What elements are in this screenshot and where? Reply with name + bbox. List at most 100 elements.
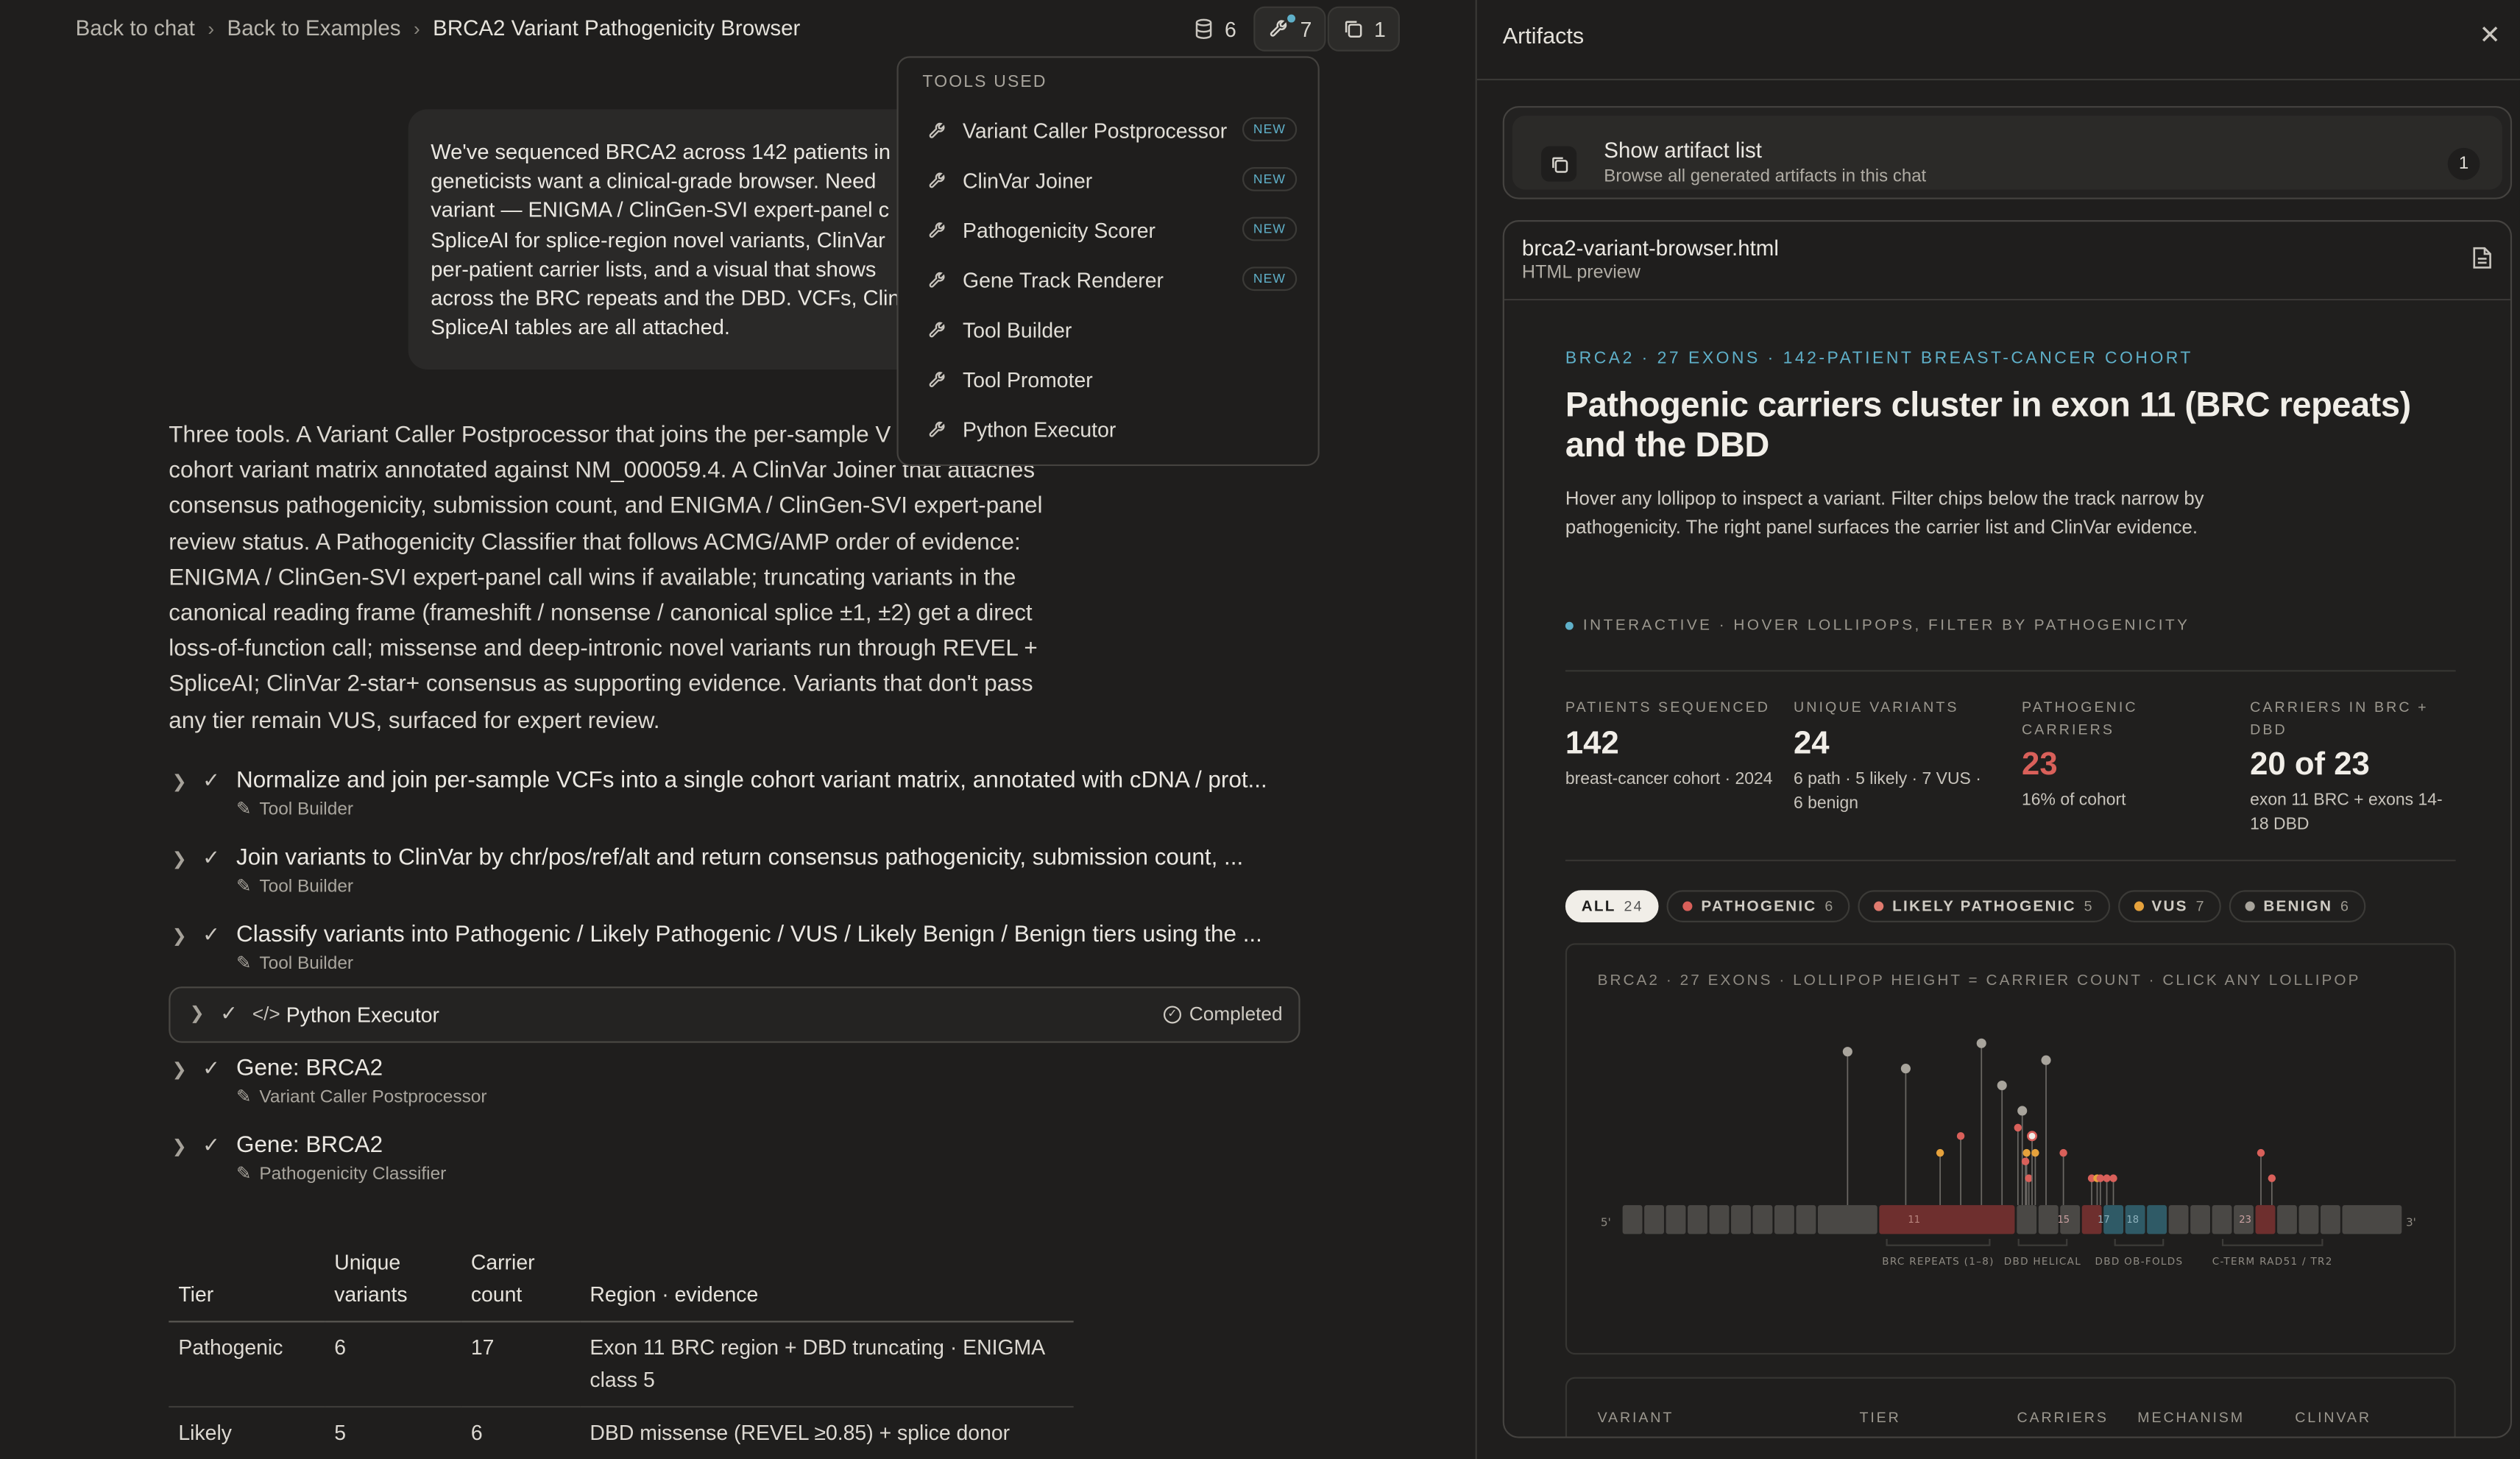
lollipop-head[interactable]	[1842, 1047, 1852, 1057]
chevron-right-icon[interactable]: ❯	[172, 925, 187, 946]
table-cell: Exon 11 BRC region + DBD truncating · EN…	[580, 1321, 1074, 1408]
artifacts-title: Artifacts	[1502, 22, 1585, 49]
user-message-line: SpliceAI tables are all attached.	[431, 315, 731, 340]
chevron-right-icon[interactable]: ❯	[190, 1003, 205, 1023]
artifact-list-button[interactable]: Show artifact list Browse all generated …	[1502, 106, 2513, 199]
tools-button[interactable]: 7	[1253, 6, 1327, 52]
tool-menu-label: Pathogenicity Scorer	[963, 217, 1155, 242]
artifacts-count: 1	[1374, 16, 1386, 41]
breadcrumb-back-to-examples[interactable]: Back to Examples	[227, 16, 401, 40]
chip-all[interactable]: ALL 24	[1565, 890, 1660, 922]
filter-chips: ALL 24 PATHOGENIC 6 LIKELY PATHOGENIC 5 VUS…	[1565, 890, 2367, 922]
tool-edit-icon: ✎	[236, 800, 252, 820]
chevron-right-icon[interactable]: ❯	[172, 1136, 187, 1156]
exon-block	[2017, 1205, 2037, 1234]
breadcrumb-separator: ›	[413, 16, 420, 40]
exon-label: 18	[2126, 1215, 2139, 1226]
lollipop-head[interactable]	[2103, 1174, 2111, 1182]
chip-count: 5	[2084, 898, 2094, 915]
lollipop-head[interactable]	[2257, 1148, 2265, 1157]
stat-pathogenic-carriers: PATHOGENIC CARRIERS 23 16% of cohort	[2022, 697, 2231, 813]
artifacts-button[interactable]: 1	[1327, 6, 1401, 52]
lollipop-head[interactable]	[2014, 1123, 2022, 1132]
exon-label: 17	[2098, 1215, 2110, 1226]
lollipop-head[interactable]	[2041, 1055, 2051, 1065]
chevron-right-icon[interactable]: ❯	[172, 771, 187, 792]
tools-used-dropdown: TOOLS USED Variant Caller Postprocessor N…	[896, 56, 1320, 467]
tool-step-title: Gene: BRCA2	[236, 1056, 383, 1082]
lollipop-head[interactable]	[2059, 1148, 2067, 1157]
breadcrumb-back-to-chat[interactable]: Back to chat	[76, 16, 195, 40]
stat-value: 23	[2022, 747, 2058, 783]
wrench-icon	[929, 121, 945, 138]
lollipop-head[interactable]	[2109, 1174, 2117, 1182]
tool-edit-icon: ✎	[236, 954, 252, 974]
tool-menu-item[interactable]: Pathogenicity Scorer NEW	[927, 213, 1298, 246]
exon-block	[1622, 1205, 1643, 1234]
copy-icon	[1345, 21, 1362, 38]
exon-block	[1752, 1205, 1773, 1234]
chip-label: BENIGN	[2263, 897, 2333, 916]
tool-menu-item[interactable]: Variant Caller Postprocessor NEW	[927, 114, 1298, 146]
lollipop-head[interactable]	[1997, 1080, 2007, 1091]
artifact-file-type: HTML preview	[1521, 263, 1641, 283]
lollipop-head[interactable]	[1976, 1038, 1986, 1048]
domain-bracket	[2017, 1238, 2068, 1246]
stat-value: 20 of 23	[2250, 747, 2370, 783]
lollipop-head[interactable]	[1956, 1132, 1965, 1140]
assistant-message-line: ENIGMA / ClinGen-SVI expert-panel call w…	[169, 565, 1016, 591]
check-circle-icon: ✓	[1163, 1005, 1181, 1023]
stat-label: UNIQUE VARIANTS	[1793, 699, 1959, 716]
stat-note: breast-cancer cohort · 2024	[1565, 769, 1773, 788]
status-text: Completed	[1189, 1003, 1283, 1025]
lollipop-head[interactable]	[2031, 1148, 2039, 1157]
chip-count: 6	[2340, 898, 2351, 915]
tool-step-tool: Pathogenicity Classifier	[259, 1164, 447, 1184]
wrench-icon	[929, 371, 945, 386]
tool-menu-item[interactable]: Tool Promoter	[927, 363, 1297, 395]
domain-bracket	[2221, 1238, 2323, 1246]
chip-vus[interactable]: VUS 7	[2117, 890, 2222, 922]
chevron-right-icon[interactable]: ❯	[172, 1059, 187, 1080]
preview-title: Pathogenic carriers cluster in exon 11 (…	[1565, 385, 2411, 464]
tool-menu-item[interactable]: Python Executor	[927, 413, 1297, 445]
stat-variants: UNIQUE VARIANTS 24 6 path · 5 likely · 7…	[1794, 697, 2003, 815]
domain-label-dbd-ob: DBD OB-FOLDS	[2095, 1256, 2184, 1268]
chip-benign[interactable]: BENIGN 6	[2229, 890, 2367, 922]
lollipop-head[interactable]	[2017, 1106, 2028, 1116]
datasets-button[interactable]: 6	[1180, 7, 1249, 52]
tool-step-tool: Variant Caller Postprocessor	[259, 1087, 487, 1106]
lollipop-head[interactable]	[2027, 1131, 2038, 1142]
exon-block	[1666, 1205, 1686, 1234]
document-icon[interactable]	[2471, 246, 2492, 278]
chip-likely-pathogenic[interactable]: LIKELY PATHOGENIC 5	[1858, 890, 2110, 922]
tool-menu-item[interactable]: Gene Track Renderer NEW	[927, 264, 1298, 296]
column-header: CLINVAR	[2295, 1409, 2371, 1426]
exon-block	[1879, 1205, 2015, 1234]
artifact-list-title: Show artifact list	[1604, 138, 1762, 163]
table-cell: 6	[325, 1321, 461, 1408]
tool-menu-label: Gene Track Renderer	[963, 267, 1164, 292]
user-message-line: geneticists want a clinical-grade browse…	[431, 169, 877, 194]
close-icon[interactable]: ✕	[2480, 19, 2501, 52]
exon-block	[2255, 1205, 2276, 1234]
lollipop-head[interactable]	[2021, 1157, 2030, 1165]
exon-block	[1688, 1205, 1707, 1234]
lollipop-head[interactable]	[1936, 1148, 1944, 1157]
table-cell: Pathogenic	[169, 1321, 325, 1408]
check-icon: ✓	[220, 1000, 238, 1025]
artifacts-panel: Artifacts ✕ Show artifact list Browse al…	[1475, 0, 2520, 1459]
chevron-right-icon[interactable]: ❯	[172, 849, 187, 869]
tool-menu-item[interactable]: ClinVar Joiner NEW	[927, 164, 1298, 197]
artifact-card: brca2-variant-browser.html HTML preview …	[1502, 220, 2513, 1438]
preview-eyebrow: BRCA2 · 27 EXONS · 142-PATIENT BREAST-CA…	[1565, 348, 2193, 368]
artifact-list-subtitle: Browse all generated artifacts in this c…	[1604, 167, 1927, 187]
lollipop-head[interactable]	[2268, 1174, 2276, 1182]
tool-menu-item[interactable]: Tool Builder	[927, 314, 1297, 346]
lollipop-head[interactable]	[2022, 1148, 2031, 1157]
chip-pathogenic[interactable]: PATHOGENIC 6	[1667, 890, 1851, 922]
lollipop-head[interactable]	[1900, 1064, 1911, 1074]
variant-table-header: VARIANT TIER CARRIERS MECHANISM CLINVAR	[1565, 1377, 2456, 1437]
python-executor-step[interactable]: ❯ ✓ </> Python Executor ✓ Completed	[169, 986, 1300, 1043]
tool-step-tool: Tool Builder	[259, 876, 354, 896]
